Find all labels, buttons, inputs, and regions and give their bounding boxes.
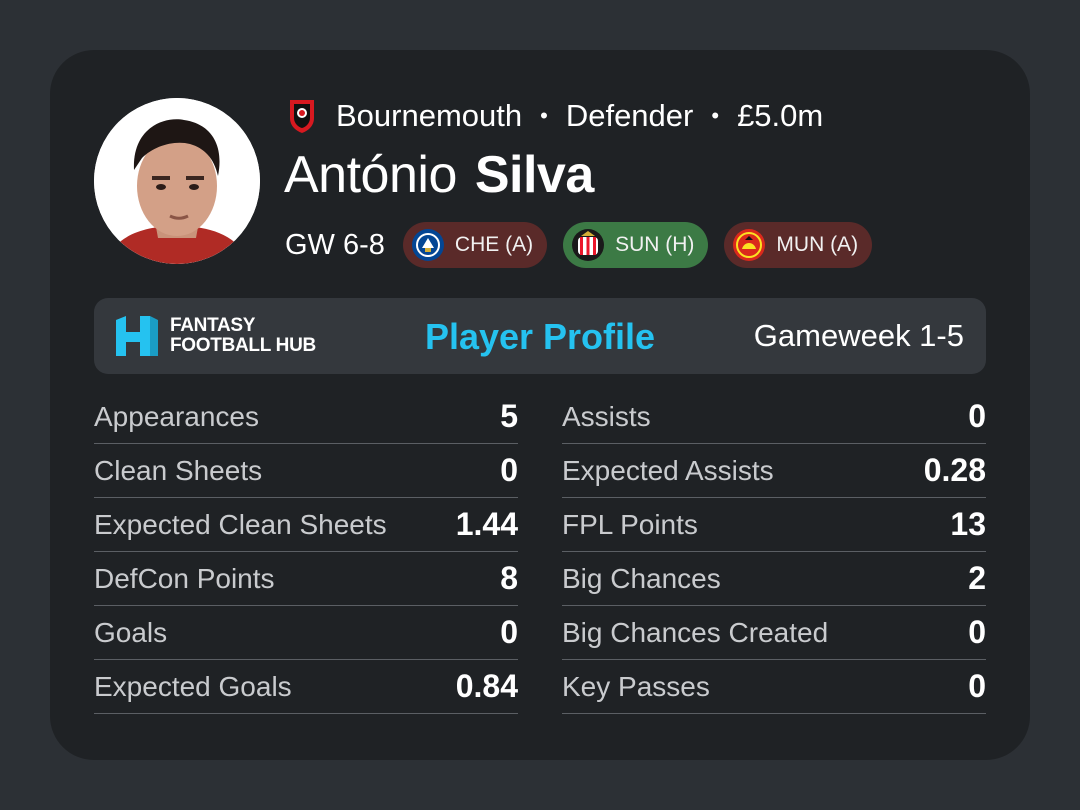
player-card: Bournemouth • Defender • £5.0m António S…: [50, 50, 1030, 760]
fixture-pill: CHE (A): [402, 222, 548, 268]
stat-row: DefCon Points 8: [94, 552, 518, 606]
player-first-name: António: [284, 146, 457, 204]
stat-row: Expected Assists 0.28: [562, 444, 986, 498]
upcoming-fixtures: GW 6-8 CHE (A) SUN (H) MUN (A): [285, 222, 888, 268]
player-club: Bournemouth: [336, 98, 523, 133]
stat-value: 0: [968, 614, 986, 650]
player-position: Defender: [565, 98, 694, 133]
stat-label: Expected Assists: [562, 454, 774, 486]
separator-dot: •: [711, 103, 720, 128]
stat-value: 0: [968, 398, 986, 434]
man-utd-crest-icon: [732, 228, 766, 262]
stat-value: 0.84: [455, 668, 518, 704]
stat-label: Big Chances Created: [562, 616, 829, 648]
chelsea-crest-icon: [411, 228, 445, 262]
stat-row: Big Chances Created 0: [562, 606, 986, 660]
stat-label: DefCon Points: [94, 562, 275, 594]
stat-row: Assists 0: [562, 390, 986, 444]
stat-value: 8: [500, 560, 518, 596]
fixture-label: SUN (H): [615, 233, 695, 256]
stat-value: 0: [968, 668, 986, 704]
stat-row: FPL Points 13: [562, 498, 986, 552]
stat-row: Expected Clean Sheets 1.44: [94, 498, 518, 552]
player-avatar: [94, 98, 260, 264]
stat-label: Assists: [562, 400, 651, 432]
player-meta: Bournemouth • Defender • £5.0m: [286, 96, 823, 136]
bournemouth-crest-icon: [286, 98, 318, 134]
stat-label: Big Chances: [562, 562, 721, 594]
stat-row: Big Chances 2: [562, 552, 986, 606]
fixture-label: CHE (A): [454, 233, 534, 256]
player-last-name: Silva: [474, 146, 594, 204]
fixture-pill: SUN (H): [563, 222, 709, 268]
stat-row: Appearances 5: [94, 390, 518, 444]
stat-value: 1.44: [455, 506, 518, 542]
stat-label: Clean Sheets: [94, 454, 263, 486]
stat-value: 13: [950, 506, 986, 542]
stats-column-left: Appearances 5 Clean Sheets 0 Expected Clea…: [94, 390, 518, 714]
fixture-pill: MUN (A): [724, 222, 873, 268]
stat-row: Expected Goals 0.84: [94, 660, 518, 714]
player-name: António Silva: [284, 146, 594, 204]
sunderland-crest-icon: [571, 228, 605, 262]
separator-dot: •: [540, 103, 548, 128]
stats-column-right: Assists 0 Expected Assists 0.28 FPL Points…: [562, 390, 986, 714]
banner-gameweek-range: Gameweek 1-5: [753, 318, 964, 353]
stat-label: Expected Clean Sheets: [94, 508, 387, 540]
stat-label: FPL Points: [562, 508, 698, 540]
stat-value: 0.28: [923, 452, 986, 488]
stat-row: Clean Sheets 0: [94, 444, 518, 498]
stat-label: Key Passes: [562, 670, 710, 702]
stat-value: 0: [500, 614, 518, 650]
stat-label: Goals: [94, 616, 168, 648]
profile-banner: FANTASY FOOTBALL HUB Player Profile Game…: [94, 298, 986, 374]
stat-value: 0: [500, 452, 518, 488]
stat-value: 5: [500, 398, 518, 434]
stat-row: Goals 0: [94, 606, 518, 660]
stat-label: Appearances: [94, 400, 260, 432]
player-price: £5.0m: [737, 98, 824, 133]
stat-label: Expected Goals: [94, 670, 292, 702]
fixtures-gameweek-label: GW 6-8: [285, 228, 385, 261]
player-portrait-icon: [94, 98, 260, 264]
fixture-label: MUN (A): [776, 233, 859, 256]
stat-row: Key Passes 0: [562, 660, 986, 714]
stat-value: 2: [968, 560, 986, 596]
